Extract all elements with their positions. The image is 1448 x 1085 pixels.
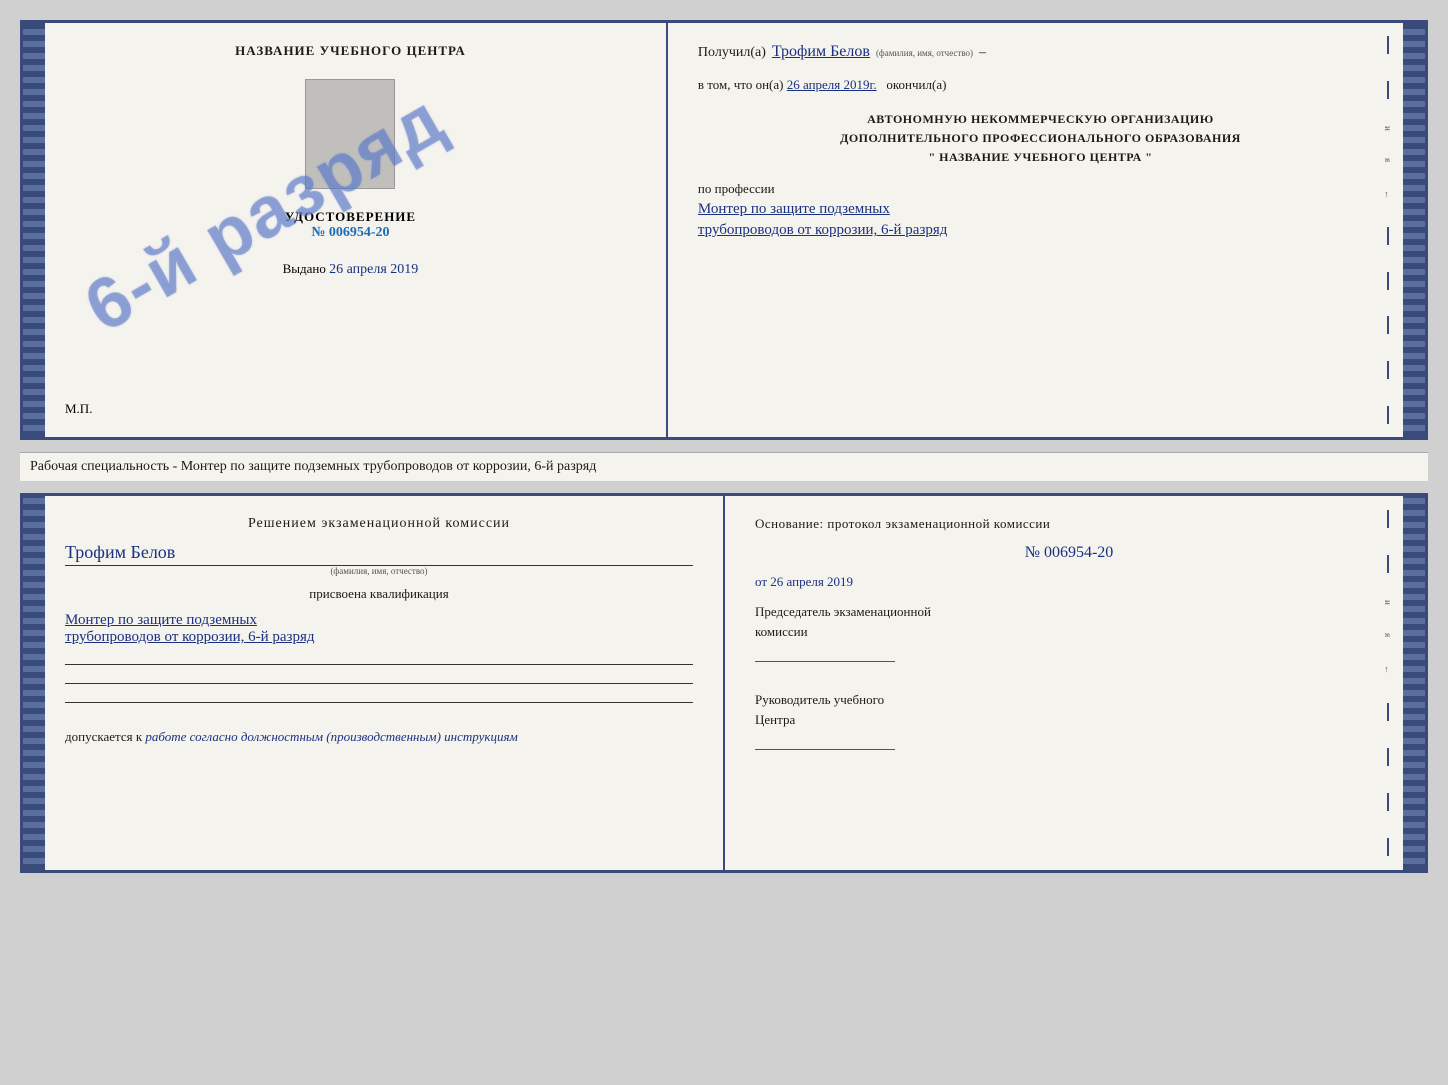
chairman-signature-line bbox=[755, 661, 895, 662]
recipient-line: Получил(а) Трофим Белов (фамилия, имя, о… bbox=[698, 43, 1383, 61]
rukovod-signature-line bbox=[755, 749, 895, 750]
profession-line2: трубопроводов от коррозии, 6-й разряд bbox=[698, 222, 1383, 239]
resheniem-title: Решением экзаменационной комиссии bbox=[65, 516, 693, 532]
specialty-label: Рабочая специальность - Монтер по защите… bbox=[20, 452, 1428, 481]
rukovod-line2: Центра bbox=[755, 710, 1383, 730]
bottom-name-block: Трофим Белов (фамилия, имя, отчество) bbox=[65, 542, 693, 576]
dopusk-block: допускается к работе согласно должностны… bbox=[65, 729, 693, 745]
recipient-name: Трофим Белов bbox=[772, 43, 870, 61]
udostoverenie-label: УДОСТОВЕРЕНИЕ bbox=[285, 209, 416, 225]
prisvoena-label: присвоена квалификация bbox=[65, 586, 693, 602]
right-strip-top bbox=[1403, 23, 1425, 437]
vydano-date: 26 апреля 2019 bbox=[329, 262, 418, 277]
vydano-label: Выдано bbox=[283, 261, 326, 276]
left-strip-bottom bbox=[23, 496, 45, 870]
dopusk-text: работе согласно должностным (производств… bbox=[145, 729, 517, 744]
org-line2: ДОПОЛНИТЕЛЬНОГО ПРОФЕССИОНАЛЬНОГО ОБРАЗО… bbox=[698, 129, 1383, 148]
qualification-block: Монтер по защите подземных трубопроводов… bbox=[65, 612, 693, 646]
osnov-label: Основание: протокол экзаменационной коми… bbox=[755, 516, 1383, 532]
dash1: – bbox=[979, 45, 986, 61]
mp-label: М.П. bbox=[65, 401, 92, 417]
cert-left-panel: НАЗВАНИЕ УЧЕБНОГО ЦЕНТРА 6-й разряд УДОС… bbox=[45, 23, 668, 437]
po-professii-label: по профессии bbox=[698, 181, 775, 196]
po-professii-line: по профессии Монтер по защите подземных … bbox=[698, 181, 1383, 239]
cert-number: № 006954-20 bbox=[285, 225, 416, 241]
qual-line2: трубопроводов от коррозии, 6-й разряд bbox=[65, 629, 693, 646]
org-name: " НАЗВАНИЕ УЧЕБНОГО ЦЕНТРА " bbox=[698, 148, 1383, 167]
bottom-date-line: от 26 апреля 2019 bbox=[755, 574, 1383, 590]
chairman-block: Председатель экзаменационной комиссии bbox=[755, 602, 1383, 662]
vydano-block: Выдано 26 апреля 2019 bbox=[283, 261, 419, 278]
right-strip-bottom bbox=[1403, 496, 1425, 870]
photo-placeholder bbox=[305, 79, 395, 189]
bottom-cert-number: № 006954-20 bbox=[755, 544, 1383, 562]
cert-right-panel: Получил(а) Трофим Белов (фамилия, имя, о… bbox=[668, 23, 1403, 437]
chairman-line1: Председатель экзаменационной bbox=[755, 602, 1383, 622]
rukovod-block: Руководитель учебного Центра bbox=[755, 690, 1383, 750]
vtom-label: в том, что он(а) bbox=[698, 77, 784, 92]
bottom-name: Трофим Белов bbox=[65, 542, 693, 566]
date-prefix: от bbox=[755, 574, 767, 589]
certificate-bottom: Решением экзаменационной комиссии Трофим… bbox=[20, 493, 1428, 873]
dopusk-label: допускается к bbox=[65, 729, 142, 744]
certificate-top: НАЗВАНИЕ УЧЕБНОГО ЦЕНТРА 6-й разряд УДОС… bbox=[20, 20, 1428, 440]
profession-line1: Монтер по защите подземных bbox=[698, 201, 1383, 218]
page-wrapper: НАЗВАНИЕ УЧЕБНОГО ЦЕНТРА 6-й разряд УДОС… bbox=[20, 20, 1428, 873]
org-line1: АВТОНОМНУЮ НЕКОММЕРЧЕСКУЮ ОРГАНИЗАЦИЮ bbox=[698, 110, 1383, 129]
date-value: 26 апреля 2019 bbox=[770, 574, 853, 589]
vtom-line: в том, что он(а) 26 апреля 2019г. окончи… bbox=[698, 75, 1383, 96]
top-cert-title: НАЗВАНИЕ УЧЕБНОГО ЦЕНТРА bbox=[235, 43, 466, 59]
rukovod-line1: Руководитель учебного bbox=[755, 690, 1383, 710]
bottom-fio-label: (фамилия, имя, отчество) bbox=[65, 566, 693, 576]
left-strip bbox=[23, 23, 45, 437]
cert-bottom-left: Решением экзаменационной комиссии Трофим… bbox=[45, 496, 725, 870]
bottom-line-2 bbox=[65, 683, 693, 684]
org-block: АВТОНОМНУЮ НЕКОММЕРЧЕСКУЮ ОРГАНИЗАЦИЮ ДО… bbox=[698, 110, 1383, 168]
poluchil-label: Получил(а) bbox=[698, 45, 766, 61]
qual-line1: Монтер по защите подземных bbox=[65, 612, 693, 629]
chairman-line2: комиссии bbox=[755, 622, 1383, 642]
fio-label-top: (фамилия, имя, отчество) bbox=[876, 48, 973, 58]
bottom-line-1 bbox=[65, 664, 693, 665]
udostoverenie-block: УДОСТОВЕРЕНИЕ № 006954-20 bbox=[285, 209, 416, 241]
vtom-date: 26 апреля 2019г. bbox=[787, 77, 877, 92]
okonchil-label: окончил(а) bbox=[886, 77, 946, 92]
cert-bottom-right: Основание: протокол экзаменационной коми… bbox=[725, 496, 1403, 870]
bottom-line-3 bbox=[65, 702, 693, 703]
